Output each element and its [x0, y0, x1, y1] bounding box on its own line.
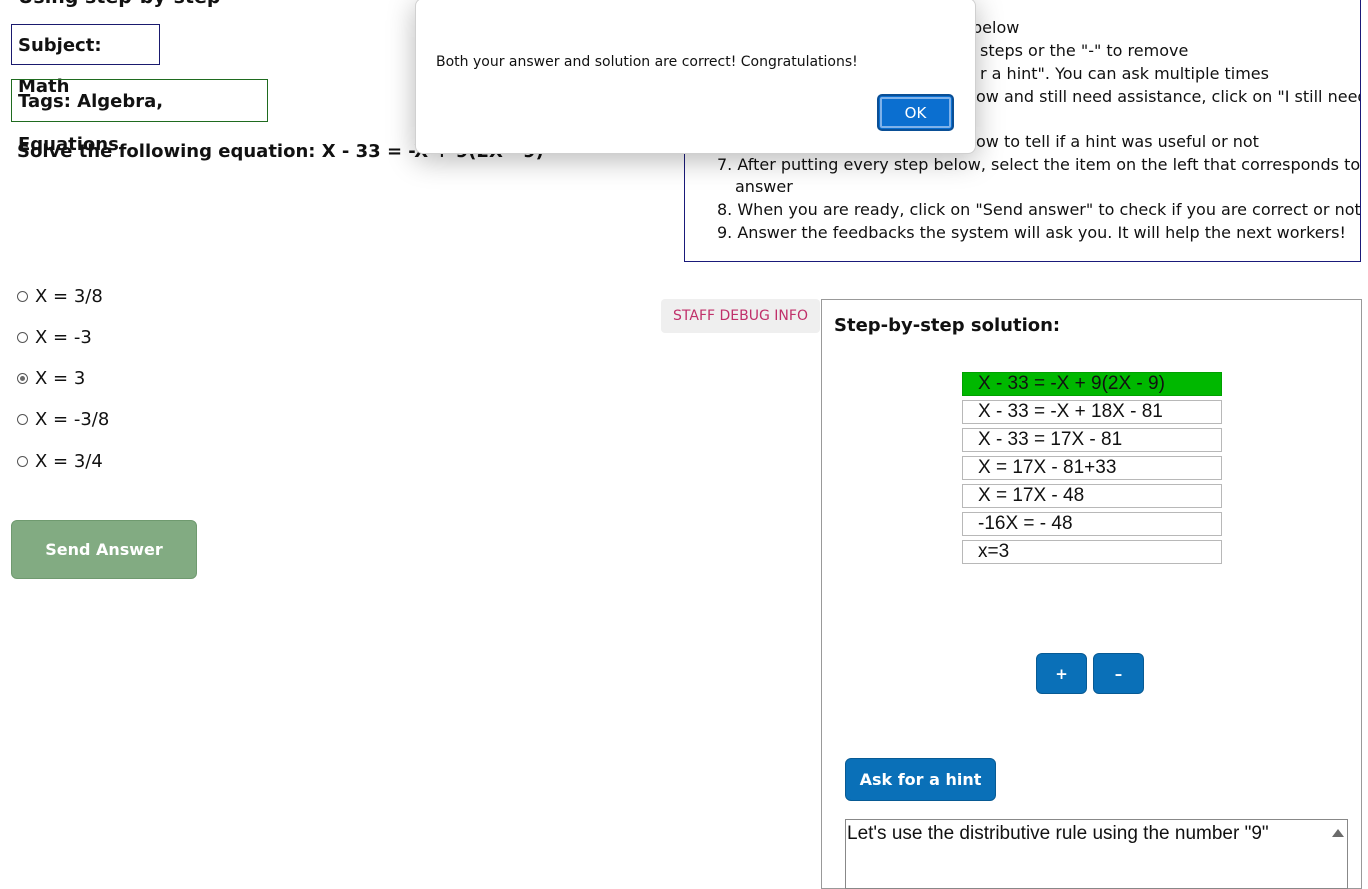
- solution-step[interactable]: x=3: [962, 540, 1222, 564]
- radio-button-selected[interactable]: [17, 372, 28, 384]
- instruction-line: ow and still need assistance, click on "…: [976, 87, 1361, 106]
- instruction-line: ow to tell if a hint was useful or not: [976, 132, 1259, 151]
- solution-title: Step-by-step solution:: [834, 315, 1061, 336]
- subject-label: Subject: Math: [11, 24, 160, 97]
- option-item[interactable]: X = 3: [17, 365, 85, 391]
- option-label: X = 3/4: [35, 450, 103, 472]
- dialog-message: Both your answer and solution are correc…: [436, 54, 858, 70]
- hint-textarea[interactable]: Let's use the distributive rule using th…: [845, 819, 1348, 889]
- option-label: X = 3: [35, 367, 86, 389]
- scrollbar[interactable]: [1327, 820, 1347, 888]
- page-title: Using step-by-step: [18, 0, 221, 8]
- radio-button[interactable]: [17, 290, 28, 302]
- solution-step[interactable]: X - 33 = 17X - 81: [962, 428, 1222, 452]
- option-label: X = -3: [35, 326, 92, 348]
- instruction-line: steps or the "-" to remove: [980, 41, 1189, 60]
- solution-step[interactable]: X = 17X - 48: [962, 484, 1222, 508]
- option-label: X = 3/8: [35, 285, 103, 307]
- instruction-line: r a hint". You can ask multiple times: [980, 64, 1269, 83]
- instruction-line: answer: [735, 177, 793, 196]
- instruction-line: 7. After putting every step below, selec…: [717, 155, 1361, 174]
- hint-text: Let's use the distributive rule using th…: [847, 823, 1269, 844]
- option-item[interactable]: X = -3: [17, 324, 92, 350]
- ask-hint-button[interactable]: Ask for a hint: [845, 758, 996, 801]
- instruction-line: 8. When you are ready, click on "Send an…: [717, 200, 1361, 219]
- send-answer-button[interactable]: Send Answer: [11, 520, 197, 579]
- option-item[interactable]: X = 3/8: [17, 283, 103, 309]
- add-step-button[interactable]: +: [1036, 653, 1087, 694]
- option-label: X = -3/8: [35, 408, 110, 430]
- radio-button[interactable]: [17, 413, 28, 425]
- instruction-line: below: [972, 18, 1020, 37]
- radio-button[interactable]: [17, 455, 28, 467]
- radio-button[interactable]: [17, 331, 28, 343]
- scroll-up-icon[interactable]: [1332, 829, 1344, 837]
- solution-step[interactable]: X - 33 = -X + 18X - 81: [962, 400, 1222, 424]
- solution-step[interactable]: X = 17X - 81+33: [962, 456, 1222, 480]
- remove-step-button[interactable]: –: [1093, 653, 1144, 694]
- instruction-line: 9. Answer the feedbacks the system will …: [717, 223, 1346, 242]
- option-item[interactable]: X = -3/8: [17, 406, 109, 432]
- tags-label: Tags: Algebra, Equations: [11, 79, 268, 155]
- ok-button[interactable]: OK: [877, 94, 954, 131]
- solution-step[interactable]: X - 33 = -X + 9(2X - 9): [962, 372, 1222, 396]
- staff-debug-button[interactable]: STAFF DEBUG INFO: [661, 299, 820, 333]
- option-item[interactable]: X = 3/4: [17, 448, 103, 474]
- solution-step[interactable]: -16X = - 48: [962, 512, 1222, 536]
